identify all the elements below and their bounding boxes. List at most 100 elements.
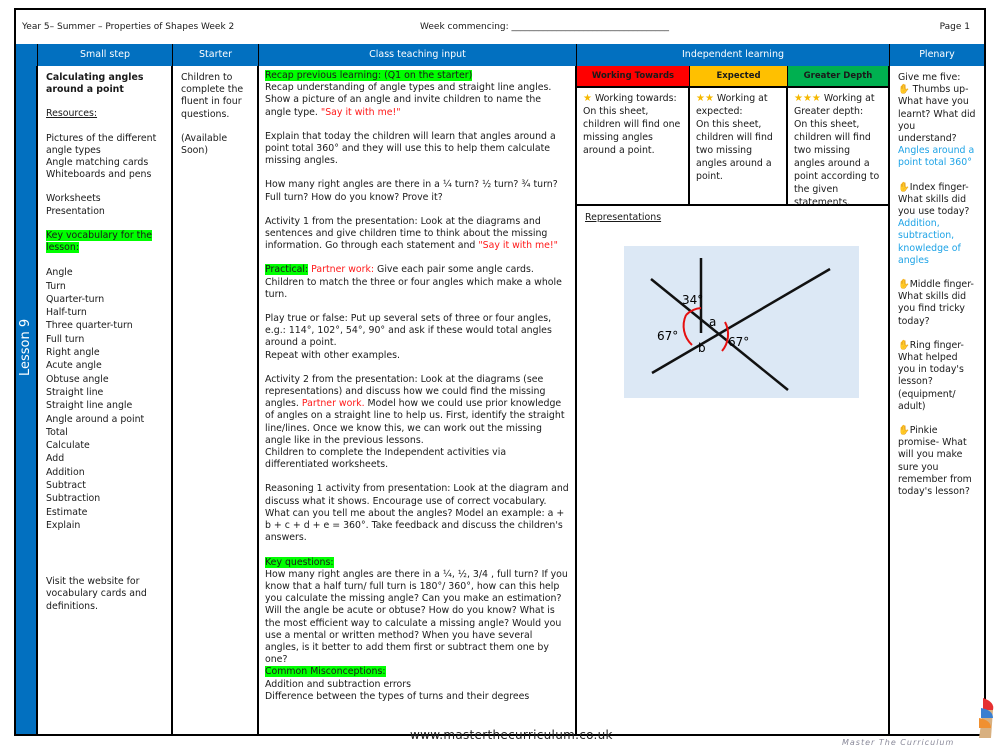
label-b: b (698, 341, 706, 355)
plenary-answer: Addition, subtraction, knowledge of angl… (898, 218, 961, 266)
label-67-left: 67° (657, 329, 678, 343)
hand-icon: ✋ (898, 84, 910, 96)
vocab-item: Right angle (46, 347, 100, 359)
angles-around-point-svg: 34° 67° 67° a b (650, 258, 831, 391)
resource-item: Worksheets (46, 193, 101, 205)
vocab-label: Key vocabulary for the lesson: (46, 229, 153, 254)
column-header-row: Small step Starter Class teaching input … (16, 44, 984, 66)
level-descriptions: ★ Working towards: On this sheet, childr… (577, 88, 888, 208)
vocab-item: Add (46, 453, 65, 465)
header-plenary: Plenary (919, 49, 955, 60)
misconceptions-label: Common Misconceptions: (265, 666, 386, 678)
hand-icon: ✋ (898, 181, 910, 193)
plenary-finger: Middle finger- (909, 279, 974, 291)
explain-text: Explain that today the children will lea… (265, 130, 556, 167)
website-note: Visit the website for vocabulary cards a… (46, 576, 147, 612)
label-67-right: 67° (728, 335, 749, 349)
repeat: Repeat with other examples. (265, 349, 401, 361)
activity-2: Activity 2 from the presentation: Look a… (265, 373, 565, 446)
lesson-label: Lesson 9 (18, 318, 33, 376)
hand-icon: ✋ (898, 279, 910, 291)
resources-list: Pictures of the different angle types Ang… (46, 133, 163, 182)
lesson-strip: Lesson 9 (16, 66, 38, 734)
misconception-2: Difference between the types of turns an… (265, 690, 530, 702)
level-working-towards: Working Towards (577, 66, 690, 86)
resource-item: Whiteboards and pens (46, 169, 152, 181)
vocab-item: Half-turn (46, 307, 87, 319)
plenary-question: What helped you in today's lesson? (equi… (898, 352, 964, 412)
header-class-teaching: Class teaching input (259, 44, 577, 66)
vocab-item: Total (46, 426, 68, 438)
footer-url[interactable]: www.masterthecurriculum.co.uk (410, 728, 613, 742)
children-complete: Children to complete the Independent act… (265, 447, 507, 471)
recap-text: Recap understanding of angle types and s… (265, 82, 552, 118)
desc-working-towards: ★ Working towards: On this sheet, childr… (577, 88, 690, 204)
level-headers: Working Towards Expected Greater Depth (577, 66, 888, 88)
resource-item: Pictures of the different angle types (46, 132, 157, 156)
plenary-column: Give me five: ✋ Thumbs up- What have you… (890, 66, 984, 734)
star-icon: ★★★ (794, 93, 821, 104)
plenary-question: What skills did you find tricky today? (898, 291, 967, 327)
header-small-step: Small step (38, 44, 173, 66)
vocab-item: Angle (46, 267, 73, 279)
small-step-column: Calculating angles around a point Resour… (38, 66, 173, 734)
right-angles-question: How many right angles are there in a ¼ t… (265, 179, 558, 203)
angle-diagram: 34° 67° 67° a b (624, 246, 859, 398)
footer-brand: Master The Curriculum (842, 738, 955, 747)
week-commencing: Week commencing: _______________________… (420, 22, 670, 32)
brand-logo-icon (979, 698, 994, 738)
hand-icon: ✋ (898, 425, 910, 437)
key-questions-label: Key questions: (265, 556, 334, 568)
key-questions: How many right angles are there in a ¼, … (265, 568, 568, 666)
vocab-item: Subtract (46, 479, 86, 491)
plenary-item: ✋ Thumbs up- What have you learnt? What … (898, 84, 976, 169)
representations-label: Representations (585, 212, 662, 223)
label-34: 34° (682, 293, 703, 307)
plenary-finger: Ring finger- (909, 339, 964, 351)
activity-1: Activity 1 from the presentation: Look a… (265, 215, 558, 252)
vocab-item: Addition (46, 466, 85, 478)
label-a: a (709, 315, 716, 329)
desc-greater-depth: ★★★ Working at Greater depth: On this sh… (794, 93, 880, 208)
reasoning: Reasoning 1 activity from presentation: … (265, 483, 569, 544)
resources-label: Resources: (46, 108, 98, 120)
independent-column: Working Towards Expected Greater Depth ★… (577, 66, 890, 734)
vocab-item: Calculate (46, 440, 90, 452)
resource-item: Angle matching cards (46, 157, 149, 169)
practical: Practical: Partner work: Give each pair … (265, 264, 562, 300)
page-number: Page 1 (939, 22, 970, 32)
header-independent: Independent learning (577, 44, 890, 66)
vocab-list: Angle Turn Quarter-turn Half-turn Three quar… (46, 266, 163, 532)
recap-label: Recap previous learning: (Q1 on the star… (265, 70, 473, 81)
plenary-item: ✋Index finger- What skills did you use t… (898, 182, 976, 267)
plenary-item: ✋Middle finger- What skills did you find… (898, 279, 976, 328)
arc-67-left (682, 314, 693, 346)
header-spacer (16, 44, 38, 66)
plenary-intro: Give me five: (898, 72, 961, 83)
star-icon: ★ (583, 93, 592, 104)
plenary-item: ✋Ring finger- What helped you in today's… (898, 340, 976, 413)
plenary-question: What have you learnt? What did you under… (898, 96, 976, 145)
resource-item: Presentation (46, 205, 105, 217)
plenary-list: ✋ Thumbs up- What have you learnt? What … (898, 84, 976, 498)
true-false: Play true or false: Put up several sets … (265, 313, 552, 349)
top-bar: Year 5– Summer – Properties of Shapes We… (16, 10, 984, 44)
plenary-item: ✋Pinkie promise- What will you make sure… (898, 425, 976, 498)
vocab-item: Straight line (46, 386, 104, 398)
vocab-item: Three quarter-turn (46, 320, 133, 332)
vocab-item: Explain (46, 519, 81, 531)
vocab-item: Obtuse angle (46, 373, 109, 385)
plenary-finger: Thumbs up- (909, 84, 969, 96)
class-teaching-column: Recap previous learning: (Q1 on the star… (259, 66, 577, 734)
small-step-title: Calculating angles around a point (46, 72, 144, 96)
level-expected: Expected (690, 66, 788, 86)
plan-title: Year 5– Summer – Properties of Shapes We… (22, 22, 235, 32)
hand-icon: ✋ (898, 339, 910, 351)
misconception-1: Addition and subtraction errors (265, 678, 412, 690)
vocab-item: Full turn (46, 333, 85, 345)
vocab-item: Quarter-turn (46, 293, 105, 305)
plenary-question: What skills did you use today? (898, 193, 970, 218)
vocab-item: Subtraction (46, 493, 101, 505)
vocab-item: Straight line angle (46, 400, 133, 412)
desc-expected: ★★ Working at expected: On this sheet, c… (690, 88, 788, 204)
